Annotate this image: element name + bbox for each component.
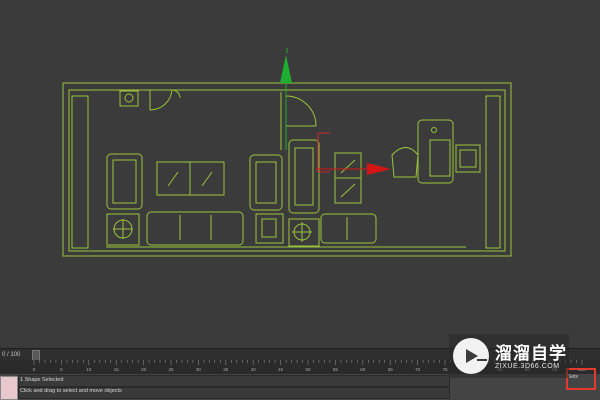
- ruler-tick-label: 60: [360, 367, 366, 372]
- ruler-tick-label: 20: [141, 367, 147, 372]
- watermark-brand: 溜溜自学: [495, 344, 567, 364]
- ruler-tick-label: 55: [333, 367, 339, 372]
- ruler-tick-label: 15: [114, 367, 120, 372]
- maxscript-listener-button[interactable]: [0, 376, 18, 400]
- gizmo-x-arrow: [367, 163, 391, 175]
- watermark-logo-icon: [453, 338, 489, 374]
- ruler-tick-label: 45: [278, 367, 284, 372]
- ruler-tick-label: 5: [60, 367, 63, 372]
- ruler-tick-label: 75: [442, 367, 448, 372]
- selection-status-field: [18, 375, 450, 387]
- ruler-tick-label: 65: [388, 367, 394, 372]
- floor-plan-drawing: [62, 48, 512, 257]
- prompt-text: Click and drag to select and move object…: [20, 388, 122, 394]
- gizmo-y-arrow: [280, 55, 292, 83]
- ruler-tick-label: 40: [251, 367, 257, 372]
- watermark-url: ZIXUE.3D66.COM: [495, 363, 560, 370]
- ruler-tick-label: 30: [196, 367, 202, 372]
- ruler-tick-label: 50: [305, 367, 311, 372]
- ruler-tick-label: 35: [223, 367, 229, 372]
- watermark: 溜溜自学 ZIXUE.3D66.COM: [449, 334, 569, 378]
- highlight-annotation-box: [566, 368, 596, 390]
- ruler-tick-label: 70: [415, 367, 421, 372]
- ruler-tick-label: 25: [168, 367, 174, 372]
- perspective-viewport[interactable]: [0, 0, 600, 348]
- selection-status-text: 1 Shape Selected: [20, 377, 64, 383]
- ruler-tick-label: 0: [33, 367, 36, 372]
- ruler-tick-label: 10: [86, 367, 92, 372]
